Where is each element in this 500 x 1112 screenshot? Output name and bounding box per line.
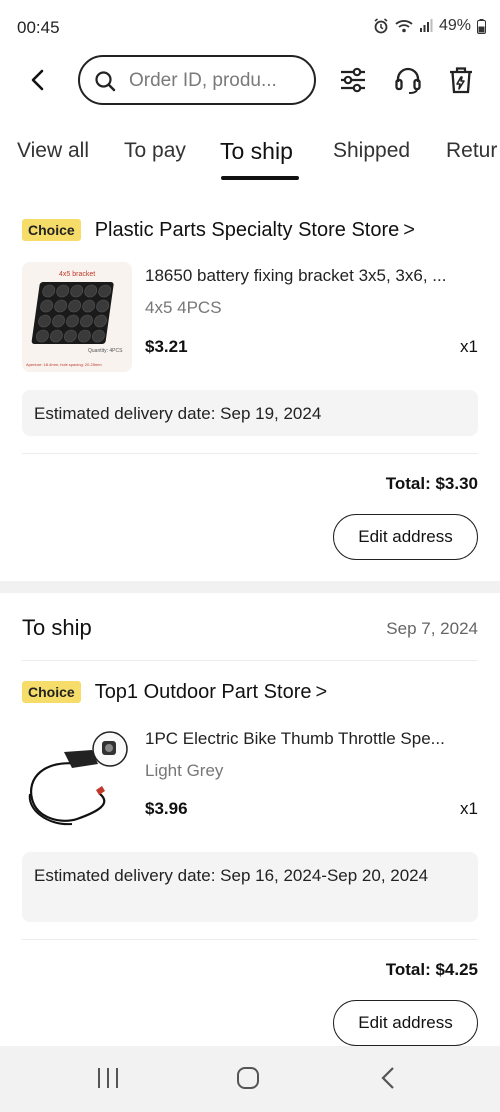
battery-icon [477,18,486,34]
active-tab-indicator [221,176,299,180]
image-caption-title: 4x5 bracket [59,271,95,278]
store-name: Top1 Outdoor Part Store [94,680,312,703]
search-input[interactable]: Order ID, produ... [78,55,316,105]
product-title[interactable]: 1PC Electric Bike Thumb Throttle Spe... [145,729,475,749]
search-placeholder: Order ID, produ... [129,70,277,91]
product-quantity: x1 [460,337,478,356]
alarm-icon [373,18,389,34]
tab-to-pay[interactable]: To pay [124,139,186,163]
system-nav-bar [0,1046,500,1112]
tab-to-ship[interactable]: To ship [220,138,293,165]
wifi-icon [395,19,413,33]
tab-shipped[interactable]: Shipped [333,139,410,163]
trash-icon[interactable] [446,65,476,95]
order-tabs: View all To pay To ship Shipped Retur [0,130,500,184]
tab-returns[interactable]: Retur [446,139,497,163]
recents-icon[interactable] [96,1066,120,1095]
image-caption-quantity: Quantity: 4PCS [88,348,123,354]
section-divider [0,581,500,593]
divider [22,939,478,940]
filter-sliders-icon[interactable] [338,65,368,95]
headset-icon[interactable] [393,65,423,95]
image-caption-spec: Aperture: 18.4mm, hole spacing: 20.25mm [26,362,102,367]
edit-address-button[interactable]: Edit address [333,1000,478,1046]
back-arrow-icon[interactable] [24,66,52,94]
back-icon[interactable] [378,1066,402,1095]
header: Order ID, produ... [0,54,500,106]
home-icon[interactable] [236,1066,260,1095]
status-bar: 00:45 49% [0,0,500,56]
delivery-estimate: Estimated delivery date: Sep 19, 2024 [22,390,478,436]
store-row[interactable]: Choice Top1 Outdoor Part Store > [22,677,327,707]
chevron-right-icon: > [403,218,415,241]
chevron-right-icon: > [315,680,328,703]
product-variant: Light Grey [145,761,224,780]
choice-badge: Choice [22,219,81,241]
status-icons: 49% [373,17,486,35]
choice-badge: Choice [22,681,81,703]
signal-icon [419,19,433,33]
product-price: $3.21 [145,337,188,356]
product-price: $3.96 [145,799,188,818]
product-title[interactable]: 18650 battery fixing bracket 3x5, 3x6, .… [145,266,475,286]
battery-label: 49% [438,17,471,34]
divider [22,660,478,661]
order-date: Sep 7, 2024 [386,619,478,638]
store-name: Plastic Parts Specialty Store Store [94,218,400,241]
product-quantity: x1 [460,799,478,818]
product-image[interactable]: 4x5 bracket Quantity: 4PCS Aperture: 18.… [22,262,132,372]
order-status: To ship [22,615,92,640]
order-total: Total: $3.30 [385,474,478,493]
delivery-estimate: Estimated delivery date: Sep 16, 2024-Se… [22,852,478,922]
edit-address-button[interactable]: Edit address [333,514,478,560]
divider [22,453,478,454]
status-time: 00:45 [17,18,60,37]
order-total: Total: $4.25 [385,960,478,979]
product-variant: 4x5 4PCS [145,298,222,317]
tab-view-all[interactable]: View all [17,139,89,163]
search-icon [94,70,116,97]
product-image[interactable] [22,724,132,834]
store-row[interactable]: Choice Plastic Parts Specialty Store Sto… [22,215,415,245]
